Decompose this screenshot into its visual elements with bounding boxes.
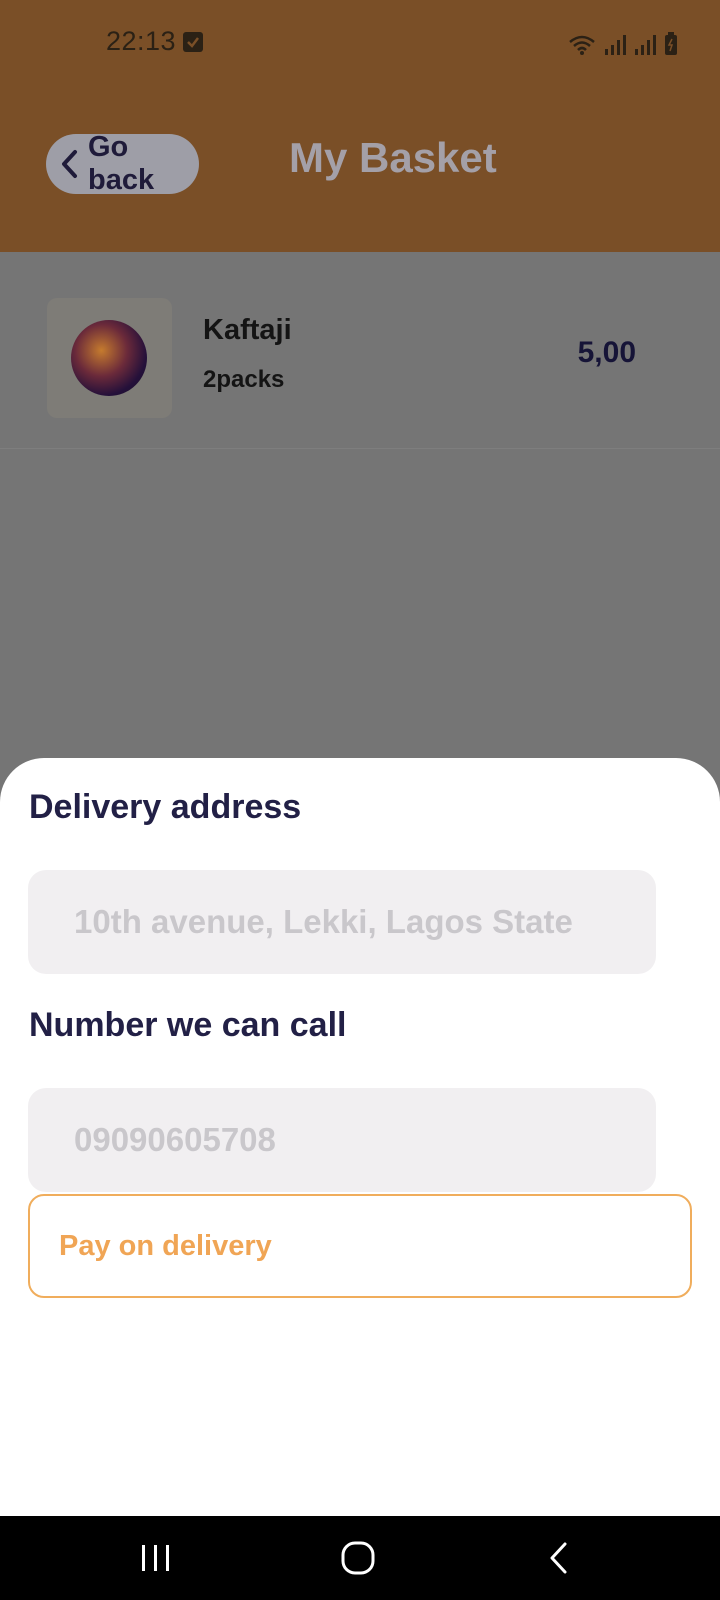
- status-icons: [568, 30, 678, 56]
- back-button[interactable]: [518, 1516, 598, 1600]
- wifi-icon: [569, 35, 595, 55]
- pay-on-delivery-button[interactable]: Pay on delivery: [28, 1194, 692, 1298]
- phone-number-label: Number we can call: [29, 1006, 347, 1044]
- chevron-left-icon: [60, 149, 78, 179]
- back-icon: [550, 1542, 567, 1574]
- signal-icon-2: [635, 35, 656, 55]
- status-bar: 22:13: [0, 0, 720, 90]
- recent-apps-icon: [142, 1545, 169, 1571]
- signal-icon: [605, 35, 626, 55]
- go-back-label: Go back: [88, 131, 155, 196]
- home-icon: [341, 1541, 375, 1575]
- delivery-address-label: Delivery address: [29, 788, 302, 826]
- basket-item[interactable]: Kaftaji 2packs 5,00: [0, 252, 720, 449]
- item-name: Kaftaji: [203, 314, 292, 346]
- phone-number-input[interactable]: [28, 1088, 656, 1192]
- status-time: 22:13: [106, 26, 177, 56]
- delivery-address-input[interactable]: [28, 870, 656, 974]
- item-price: 5,00: [577, 336, 636, 369]
- go-back-button[interactable]: Go back: [46, 131, 199, 196]
- battery-icon: [665, 32, 677, 55]
- system-nav-bar: [0, 1516, 720, 1600]
- home-button[interactable]: [318, 1516, 398, 1600]
- page-title: My Basket: [289, 134, 497, 181]
- app-header: 22:13 Go back My Basket: [0, 0, 720, 252]
- item-quantity: 2packs: [203, 366, 285, 393]
- food-image: [71, 320, 147, 396]
- checkout-bottom-sheet: Delivery address Number we can call Pay …: [0, 758, 720, 1516]
- recent-apps-button[interactable]: [116, 1516, 196, 1600]
- notification-check-icon: [183, 32, 203, 52]
- item-thumbnail: [47, 298, 172, 418]
